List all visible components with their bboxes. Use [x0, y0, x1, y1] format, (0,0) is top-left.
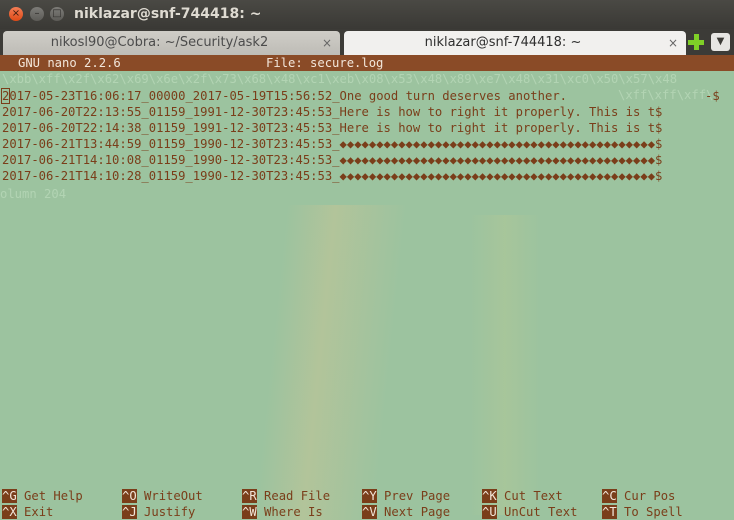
background-reflection — [470, 215, 540, 515]
terminal-area[interactable]: GNU nano 2.2.6 File: secure.log \xbb\xff… — [0, 55, 734, 520]
shortcut-justify[interactable]: ^J Justify — [122, 504, 195, 520]
shortcut-where-is[interactable]: ^W Where Is — [242, 504, 323, 520]
nano-file-name: File: secure.log — [266, 56, 384, 70]
log-line[interactable]: 2017-06-20T22:13:55_01159_1991-12-30T23:… — [2, 104, 662, 120]
log-line[interactable]: 2017-06-21T14:10:08_01159_1990-12-30T23:… — [2, 152, 662, 168]
shortcut-row: ^G Get Help ^O WriteOut ^R Read File ^Y … — [2, 488, 675, 504]
close-window-icon[interactable]: × — [9, 7, 23, 21]
shortcut-read-file[interactable]: ^R Read File — [242, 488, 330, 504]
shortcut-next-page[interactable]: ^V Next Page — [362, 504, 450, 520]
tab-cobra[interactable]: nikosl90@Cobra: ~/Security/ask2 × — [3, 31, 340, 55]
nano-version: GNU nano 2.2.6 — [18, 56, 121, 70]
nano-header: GNU nano 2.2.6 File: secure.log — [0, 55, 734, 71]
tab-menu-chevron-down-icon[interactable]: ▼ — [711, 33, 730, 51]
tab-label: niklazar@snf-744418: ~ — [424, 35, 582, 50]
shortcut-writeout[interactable]: ^O WriteOut — [122, 488, 203, 504]
shortcut-prev-page[interactable]: ^Y Prev Page — [362, 488, 450, 504]
tab-snf[interactable]: niklazar@snf-744418: ~ × — [344, 31, 686, 55]
ghost-status-text: olumn 204 — [0, 187, 67, 201]
tab-label: nikosl90@Cobra: ~/Security/ask2 — [50, 35, 269, 50]
log-line-text: 017-05-23T16:06:17_00000_2017-05-19T15:5… — [9, 89, 567, 103]
close-tab-icon[interactable]: × — [668, 31, 678, 55]
close-tab-icon[interactable]: × — [322, 31, 332, 55]
minimize-window-icon[interactable]: – — [30, 7, 44, 21]
line-overflow-marker: -$ — [705, 89, 720, 103]
log-line[interactable]: 2017-05-23T16:06:17_00000_2017-05-19T15:… — [0, 88, 567, 104]
log-line[interactable]: 2017-06-20T22:14:38_01159_1991-12-30T23:… — [2, 120, 662, 136]
shortcut-cut-text[interactable]: ^K Cut Text — [482, 488, 563, 504]
shortcut-exit[interactable]: ^X Exit — [2, 504, 53, 520]
log-line[interactable]: 2017-06-21T13:44:59_01159_1990-12-30T23:… — [2, 136, 662, 152]
window-title-bar[interactable]: × – □ niklazar@snf-744418: ~ — [0, 0, 734, 29]
log-line[interactable]: 2017-06-21T14:10:28_01159_1990-12-30T23:… — [2, 168, 662, 184]
shortcut-uncut-text[interactable]: ^U UnCut Text — [482, 504, 577, 520]
shortcut-to-spell[interactable]: ^T To Spell — [602, 504, 683, 520]
window-title: niklazar@snf-744418: ~ — [74, 6, 262, 22]
background-reflection — [252, 205, 408, 520]
tab-bar: nikosl90@Cobra: ~/Security/ask2 × niklaz… — [0, 29, 734, 55]
shortcut-row: ^X Exit ^J Justify ^W Where Is ^V Next P… — [2, 504, 683, 520]
ghost-text: \xbb\xff\x2f\x62\x69\x6e\x2f\x73\x68\x48… — [2, 72, 678, 86]
add-tab-icon[interactable] — [688, 34, 704, 50]
ghost-text: \xff\xff\xff\ — [618, 88, 714, 102]
shortcut-get-help[interactable]: ^G Get Help — [2, 488, 83, 504]
maximize-window-icon[interactable]: □ — [50, 7, 64, 21]
shortcut-cur-pos[interactable]: ^C Cur Pos — [602, 488, 675, 504]
